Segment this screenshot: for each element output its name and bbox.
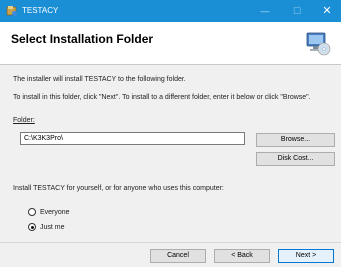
- folder-path-input[interactable]: C:\K3K3Pro\: [20, 132, 245, 145]
- maximize-button[interactable]: ☐: [286, 3, 308, 19]
- radio-everyone[interactable]: Everyone: [28, 208, 70, 216]
- footer-divider: [0, 242, 341, 243]
- next-button[interactable]: Next >: [278, 249, 334, 263]
- computer-cd-icon: [306, 32, 331, 56]
- radio-just-me[interactable]: Just me: [28, 223, 65, 231]
- page-title: Select Installation Folder: [11, 32, 154, 46]
- radio-just-me-label: Just me: [40, 223, 65, 231]
- radio-just-me-circle[interactable]: [28, 223, 36, 231]
- title-bar: TESTACY — ☐ ✕: [0, 0, 341, 22]
- back-button[interactable]: < Back: [214, 249, 270, 263]
- installer-app-icon: [6, 6, 17, 16]
- disk-cost-button[interactable]: Disk Cost...: [256, 152, 335, 166]
- intro-text: The installer will install TESTACY to th…: [13, 76, 186, 83]
- folder-label: Folder:: [13, 117, 35, 124]
- page-header: Select Installation Folder: [0, 22, 341, 65]
- radio-everyone-circle[interactable]: [28, 208, 36, 216]
- minimize-button[interactable]: —: [254, 3, 276, 19]
- browse-button[interactable]: Browse...: [256, 133, 335, 147]
- cancel-button[interactable]: Cancel: [150, 249, 206, 263]
- install-for-label: Install TESTACY for yourself, or for any…: [13, 185, 224, 192]
- close-button[interactable]: ✕: [316, 3, 338, 19]
- window-title: TESTACY: [22, 6, 59, 15]
- radio-everyone-label: Everyone: [40, 208, 70, 216]
- instructions-text: To install in this folder, click "Next".…: [13, 94, 311, 101]
